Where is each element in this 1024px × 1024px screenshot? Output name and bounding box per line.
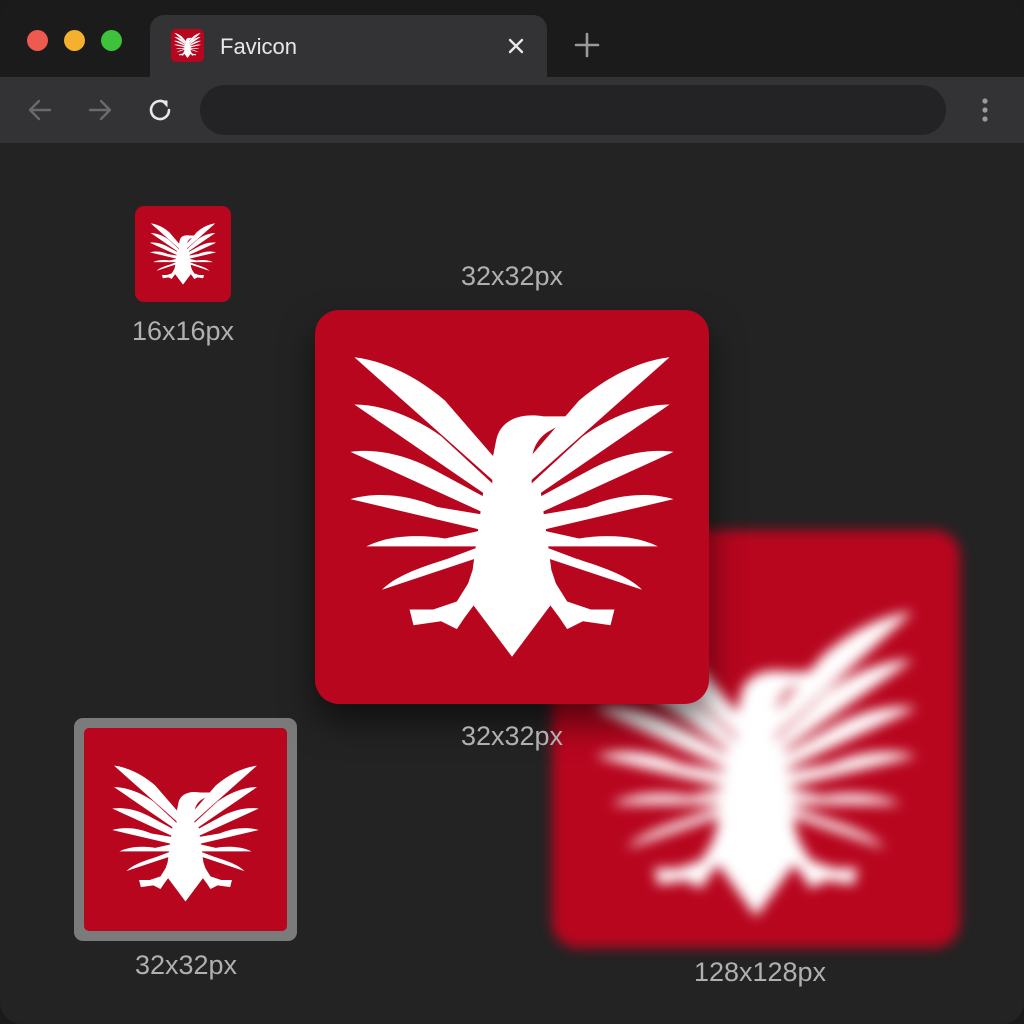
- eagle-icon: [315, 310, 709, 704]
- size-label-32-top: 32x32px: [460, 261, 564, 291]
- maximize-window-button[interactable]: [101, 30, 122, 51]
- eagle-icon: [84, 728, 287, 931]
- size-label-128: 128x128px: [693, 957, 827, 987]
- tab-title: Favicon: [220, 34, 298, 59]
- close-icon[interactable]: [502, 32, 530, 60]
- size-label-32-mid: 32x32px: [460, 721, 564, 751]
- toolbar: [0, 77, 1024, 143]
- minimize-window-button[interactable]: [64, 30, 85, 51]
- arrow-right-icon[interactable]: [85, 95, 115, 125]
- address-bar[interactable]: [200, 85, 946, 135]
- reload-icon[interactable]: [145, 95, 175, 125]
- vertical-dots-icon[interactable]: [970, 95, 1000, 125]
- size-label-16: 16x16px: [131, 316, 235, 346]
- size-label-32-bottom: 32x32px: [134, 950, 238, 980]
- eagle-icon: [171, 29, 204, 62]
- tab-strip: Favicon: [0, 0, 1024, 77]
- eagle-icon: [135, 206, 231, 302]
- browser-window: Favicon 16x16px 32x32px 32x32px 32x32px …: [0, 0, 1024, 1024]
- close-window-button[interactable]: [27, 30, 48, 51]
- plus-icon[interactable]: [572, 30, 602, 60]
- tab-favicon[interactable]: Favicon: [150, 15, 547, 77]
- arrow-left-icon[interactable]: [25, 95, 55, 125]
- favicon-preview-area: 16x16px 32x32px 32x32px 32x32px 128x128p…: [0, 143, 1024, 1024]
